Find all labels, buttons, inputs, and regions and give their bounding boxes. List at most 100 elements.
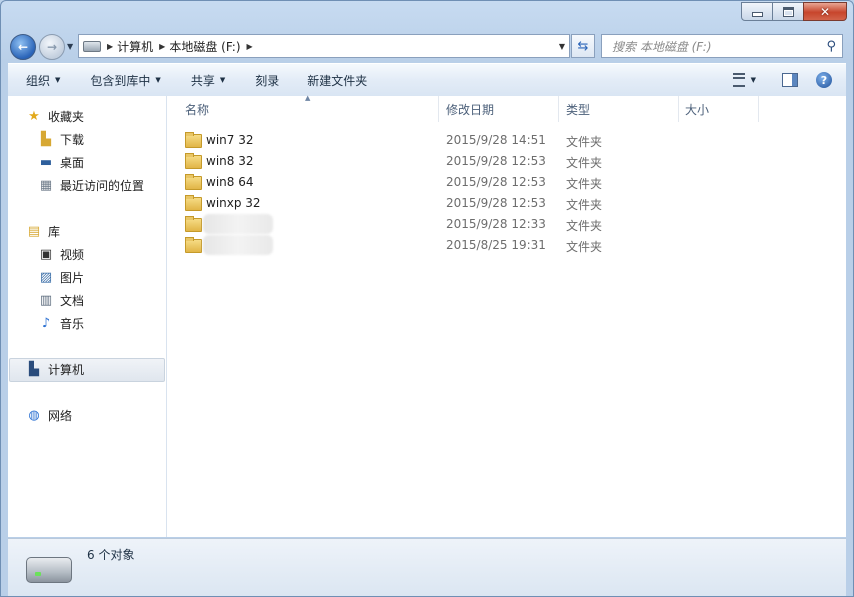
- minimize-button[interactable]: [741, 2, 773, 21]
- file-type: 文件夹: [566, 219, 603, 233]
- blurred-name: [203, 235, 273, 255]
- file-row[interactable]: win8 32 2015/9/28 12:53 文件夹: [185, 151, 825, 172]
- nav-music[interactable]: ♪ 音乐: [38, 313, 84, 333]
- picture-icon: ▨: [39, 269, 53, 285]
- file-type: 文件夹: [566, 198, 603, 212]
- close-icon: ✕: [819, 4, 831, 19]
- file-date: 2015/9/28 12:53: [446, 154, 546, 168]
- folder-icon: [185, 237, 202, 253]
- file-date: 2015/8/25 19:31: [446, 238, 546, 252]
- nav-desktop[interactable]: ▬ 桌面: [38, 152, 84, 172]
- maximize-icon: [782, 6, 794, 17]
- nav-pictures[interactable]: ▨ 图片: [38, 267, 84, 287]
- nav-documents-label: 文档: [60, 293, 85, 308]
- breadcrumb-computer[interactable]: 计算机: [117, 38, 153, 55]
- file-name: winxp 32: [206, 196, 261, 210]
- network-icon: ◍: [28, 407, 40, 423]
- maximize-button[interactable]: [772, 2, 804, 21]
- back-arrow-icon: ←: [17, 40, 29, 54]
- file-type: 文件夹: [566, 135, 603, 149]
- address-row: ← → ▼ ▶ 计算机 ▶ 本地磁盘 (F:) ▶ ▼ ⇆ 搜索 本地磁盘 (F…: [1, 31, 853, 61]
- drive-icon: [83, 40, 101, 52]
- file-date: 2015/9/28 12:53: [446, 196, 546, 210]
- column-header-date[interactable]: 修改日期: [439, 96, 559, 122]
- column-header-size[interactable]: 大小: [679, 96, 759, 122]
- music-note-icon: ♪: [41, 315, 51, 331]
- nav-pictures-label: 图片: [60, 270, 85, 285]
- refresh-button[interactable]: ⇆: [571, 34, 595, 58]
- preview-pane-icon[interactable]: [782, 73, 798, 87]
- hard-drive-icon: [26, 557, 72, 583]
- share-label: 共享: [190, 73, 215, 88]
- close-button[interactable]: ✕: [803, 2, 847, 21]
- folder-icon: [185, 174, 202, 190]
- nav-favorites-label: 收藏夹: [48, 109, 85, 124]
- forward-button[interactable]: →: [39, 34, 65, 60]
- file-row[interactable]: 2015/9/28 12:33 文件夹: [185, 214, 825, 235]
- file-row[interactable]: 2015/8/25 19:31 文件夹: [185, 235, 825, 256]
- file-name: win7 32: [206, 133, 254, 147]
- nav-downloads[interactable]: ▙ 下载: [38, 129, 84, 149]
- file-date: 2015/9/28 14:51: [446, 133, 546, 147]
- navigation-pane: ★ 收藏夹 ▙ 下载 ▬ 桌面 ▦ 最近访问的位置 ▤ 库 ▣ 视频 ▨ 图片 ▥ 文档 ♪ 音乐…: [8, 96, 167, 537]
- chevron-down-icon: ▼: [155, 76, 161, 84]
- download-folder-icon: ▙: [41, 131, 51, 147]
- nav-videos[interactable]: ▣ 视频: [38, 244, 84, 264]
- column-date-label: 修改日期: [446, 102, 495, 117]
- file-row[interactable]: win8 64 2015/9/28 12:53 文件夹: [185, 172, 825, 193]
- view-options-icon[interactable]: [732, 73, 745, 87]
- column-size-label: 大小: [685, 102, 710, 117]
- nav-network[interactable]: ◍ 网络: [26, 405, 72, 425]
- organize-label: 组织: [26, 73, 51, 88]
- address-bar[interactable]: ▶ 计算机 ▶ 本地磁盘 (F:) ▶ ▼: [78, 34, 570, 58]
- command-bar: 组织 ▼ 包含到库中 ▼ 共享 ▼ 刻录 新建文件夹 ▼ ?: [8, 63, 846, 97]
- burn-button[interactable]: 刻录: [255, 72, 279, 89]
- breadcrumb-chevron-icon[interactable]: ▶: [247, 42, 253, 51]
- column-type-label: 类型: [566, 102, 591, 117]
- item-count: 6 个对象: [87, 548, 135, 562]
- share-menu[interactable]: 共享 ▼: [191, 72, 225, 89]
- toolbar-right: ▼ ?: [732, 72, 846, 88]
- chevron-down-icon: ▼: [55, 76, 61, 84]
- nav-network-label: 网络: [48, 408, 73, 423]
- file-type: 文件夹: [566, 177, 603, 191]
- include-in-library-menu[interactable]: 包含到库中 ▼: [90, 72, 160, 89]
- folder-icon: [185, 153, 202, 169]
- nav-libraries-label: 库: [48, 224, 61, 239]
- file-list: ▲ 名称 修改日期 类型 大小 win7 32 2015/9/28 14:51 …: [167, 94, 846, 537]
- nav-videos-label: 视频: [60, 247, 85, 262]
- file-date: 2015/9/28 12:53: [446, 175, 546, 189]
- nav-computer[interactable]: ▙ 计算机: [26, 359, 84, 379]
- file-row[interactable]: win7 32 2015/9/28 14:51 文件夹: [185, 130, 825, 151]
- file-name: win8 32: [206, 154, 254, 168]
- minimize-icon: [751, 12, 763, 17]
- file-row[interactable]: winxp 32 2015/9/28 12:53 文件夹: [185, 193, 825, 214]
- recent-places-icon: ▦: [39, 177, 53, 193]
- computer-icon: ▙: [29, 361, 39, 377]
- breadcrumb-chevron-icon[interactable]: ▶: [159, 42, 165, 51]
- nav-documents[interactable]: ▥ 文档: [38, 290, 84, 310]
- nav-libraries[interactable]: ▤ 库: [26, 221, 60, 241]
- back-button[interactable]: ←: [10, 34, 36, 60]
- library-icon: ▤: [27, 223, 41, 239]
- video-icon: ▣: [39, 246, 53, 262]
- new-folder-button[interactable]: 新建文件夹: [307, 72, 367, 89]
- file-type: 文件夹: [566, 240, 603, 254]
- breadcrumb-drive-f[interactable]: 本地磁盘 (F:): [169, 38, 240, 55]
- nav-music-label: 音乐: [60, 316, 85, 331]
- view-dropdown-icon[interactable]: ▼: [751, 76, 756, 84]
- address-dropdown-icon[interactable]: ▼: [559, 42, 565, 51]
- magnifier-icon[interactable]: ⚲: [826, 39, 836, 54]
- search-box[interactable]: 搜索 本地磁盘 (F:) ⚲: [601, 34, 843, 58]
- column-header-name[interactable]: 名称: [167, 96, 439, 122]
- column-header-type[interactable]: 类型: [559, 96, 679, 122]
- nav-favorites[interactable]: ★ 收藏夹: [26, 106, 84, 126]
- chevron-down-icon: ▼: [219, 76, 226, 84]
- organize-menu[interactable]: 组织 ▼: [26, 72, 60, 89]
- breadcrumb-chevron-icon[interactable]: ▶: [107, 42, 113, 51]
- nav-computer-label: 计算机: [48, 362, 85, 377]
- recent-pages-dropdown[interactable]: ▼: [67, 42, 73, 51]
- nav-recent-places[interactable]: ▦ 最近访问的位置: [38, 175, 144, 195]
- help-icon[interactable]: ?: [816, 72, 832, 88]
- file-date: 2015/9/28 12:33: [446, 217, 546, 231]
